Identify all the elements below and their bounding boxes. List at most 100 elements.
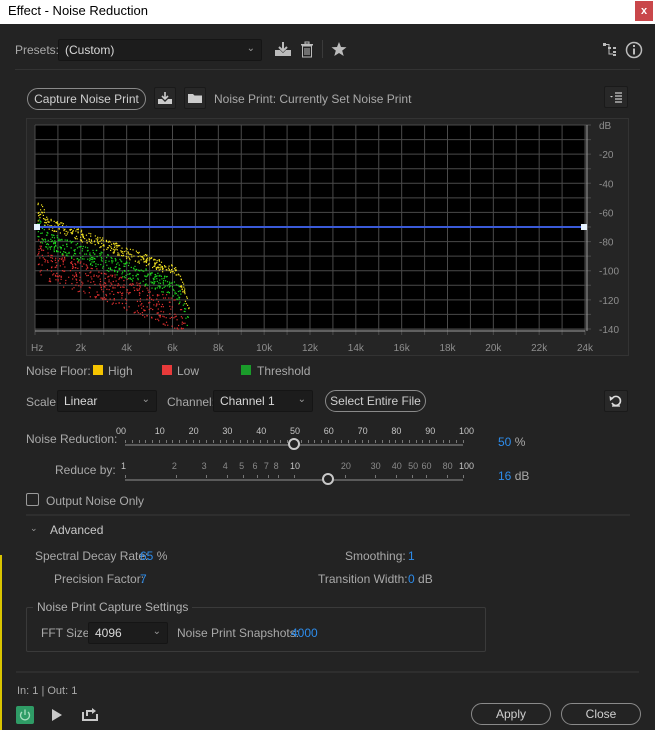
reset-graph-button[interactable] bbox=[604, 390, 628, 412]
slider-knob[interactable] bbox=[288, 438, 300, 450]
noise-floor-point bbox=[177, 324, 180, 327]
noise-floor-point bbox=[160, 266, 162, 269]
noise-floor-point bbox=[77, 290, 79, 293]
noise-floor-point bbox=[95, 263, 97, 265]
noise-floor-point bbox=[45, 234, 48, 236]
noise-floor-point bbox=[174, 270, 177, 272]
noise-floor-point bbox=[49, 281, 52, 283]
chevron-down-icon[interactable]: ⌄ bbox=[30, 523, 38, 534]
delete-preset-icon[interactable] bbox=[300, 41, 314, 58]
open-noise-print-button[interactable] bbox=[184, 87, 206, 109]
fft-size-dropdown[interactable]: 4096 ⌄ bbox=[88, 622, 168, 644]
noise-floor-point bbox=[100, 272, 102, 274]
noise-floor-point bbox=[53, 249, 55, 251]
advanced-toggle[interactable]: Advanced bbox=[50, 523, 103, 537]
slider-tick bbox=[138, 440, 140, 443]
slider-tick bbox=[192, 440, 194, 443]
noise-floor-point bbox=[47, 224, 49, 226]
noise-floor-point bbox=[90, 258, 92, 261]
noise-floor-point bbox=[113, 293, 115, 296]
noise-floor-point bbox=[125, 247, 128, 249]
reduce-by-readout[interactable]: 16 dB bbox=[498, 469, 529, 483]
noise-floor-point bbox=[101, 289, 103, 291]
snapshots-value[interactable]: 4000 bbox=[291, 626, 318, 640]
noise-floor-point bbox=[146, 298, 148, 300]
apply-button[interactable]: Apply bbox=[471, 703, 551, 725]
noise-floor-point bbox=[137, 305, 140, 307]
noise-floor-point bbox=[90, 239, 92, 241]
output-noise-only-checkbox[interactable] bbox=[26, 493, 39, 506]
transition-width-readout[interactable]: 0 dB bbox=[408, 572, 433, 586]
noise-floor-point bbox=[100, 256, 102, 259]
noise-floor-point bbox=[139, 285, 141, 287]
slider-tick-label: 20 bbox=[188, 426, 199, 436]
noise-floor-point bbox=[145, 283, 147, 285]
noise-floor-point bbox=[178, 286, 180, 288]
noise-floor-point bbox=[69, 270, 72, 272]
noise-floor-point bbox=[58, 238, 60, 240]
noise-floor-point bbox=[100, 259, 102, 261]
slider-tick bbox=[152, 440, 154, 443]
noise-floor-point bbox=[47, 261, 49, 264]
noise-floor-point bbox=[61, 253, 63, 255]
close-window-button[interactable]: x bbox=[635, 1, 653, 21]
noise-floor-point bbox=[75, 235, 78, 238]
noise-floor-point bbox=[103, 296, 105, 299]
noise-floor-point bbox=[76, 247, 79, 249]
power-toggle-button[interactable] bbox=[16, 706, 34, 724]
noise-floor-point bbox=[177, 328, 179, 330]
noise-reduction-readout[interactable]: 50 % bbox=[498, 435, 525, 449]
graph-menu-button[interactable] bbox=[604, 86, 628, 108]
noise-floor-point bbox=[92, 257, 94, 259]
noise-floor-point bbox=[161, 303, 164, 306]
spectral-decay-readout[interactable]: 65 % bbox=[140, 549, 167, 563]
noise-floor-point bbox=[144, 275, 146, 277]
reduce-by-unit: dB bbox=[514, 469, 530, 483]
noise-floor-point bbox=[125, 274, 127, 277]
x-tick-label: Hz bbox=[31, 343, 43, 354]
capture-noise-print-button[interactable]: Capture Noise Print bbox=[27, 88, 146, 110]
presets-dropdown[interactable]: (Custom) ⌄ bbox=[58, 39, 262, 61]
noise-floor-point bbox=[140, 259, 142, 261]
slider-tick bbox=[212, 440, 214, 443]
noise-floor-point bbox=[49, 279, 51, 281]
noise-floor-point bbox=[93, 275, 95, 277]
noise-floor-point bbox=[110, 246, 112, 248]
noise-floor-point bbox=[167, 267, 170, 269]
noise-floor-point bbox=[47, 248, 49, 250]
precision-factor-value[interactable]: 7 bbox=[140, 572, 147, 586]
noise-floor-point bbox=[179, 290, 181, 292]
noise-floor-point bbox=[114, 274, 116, 276]
noise-floor-point bbox=[42, 249, 45, 251]
play-icon[interactable] bbox=[50, 708, 64, 722]
smoothing-value[interactable]: 1 bbox=[408, 549, 415, 563]
noise-floor-point bbox=[126, 288, 128, 291]
slider-knob[interactable] bbox=[322, 473, 335, 485]
info-icon[interactable] bbox=[625, 41, 643, 59]
noise-floor-point bbox=[116, 254, 119, 256]
slider-tick-label: 80 bbox=[391, 426, 402, 436]
routing-icon[interactable] bbox=[603, 43, 617, 56]
noise-floor-point bbox=[162, 283, 165, 285]
noise-floor-point bbox=[137, 252, 140, 254]
favorite-star-icon[interactable] bbox=[331, 41, 347, 57]
noise-floor-point bbox=[125, 302, 127, 305]
loop-export-icon[interactable] bbox=[81, 706, 99, 722]
close-button[interactable]: Close bbox=[561, 703, 641, 725]
noise-floor-graph[interactable]: Hz 2k 4k 6k 8k 10k 12k 14k 16k 18k 20k 22k 24k dB -20 -… bbox=[27, 119, 630, 357]
noise-floor-point bbox=[94, 283, 96, 286]
save-preset-icon[interactable] bbox=[274, 41, 292, 57]
noise-floor-point bbox=[123, 250, 125, 253]
noise-floor-point bbox=[86, 239, 88, 241]
noise-floor-point bbox=[111, 260, 113, 262]
channel-dropdown[interactable]: Channel 1 ⌄ bbox=[213, 390, 313, 412]
noise-floor-point bbox=[42, 218, 45, 220]
noise-floor-point bbox=[126, 262, 128, 264]
slider-tick bbox=[179, 440, 181, 443]
noise-floor-point bbox=[113, 251, 115, 253]
select-entire-file-button[interactable]: Select Entire File bbox=[325, 390, 426, 412]
save-noise-print-button[interactable] bbox=[154, 87, 176, 109]
scale-dropdown[interactable]: Linear ⌄ bbox=[57, 390, 157, 412]
noise-floor-point bbox=[105, 298, 107, 300]
x-tick-label: 20k bbox=[485, 343, 502, 354]
